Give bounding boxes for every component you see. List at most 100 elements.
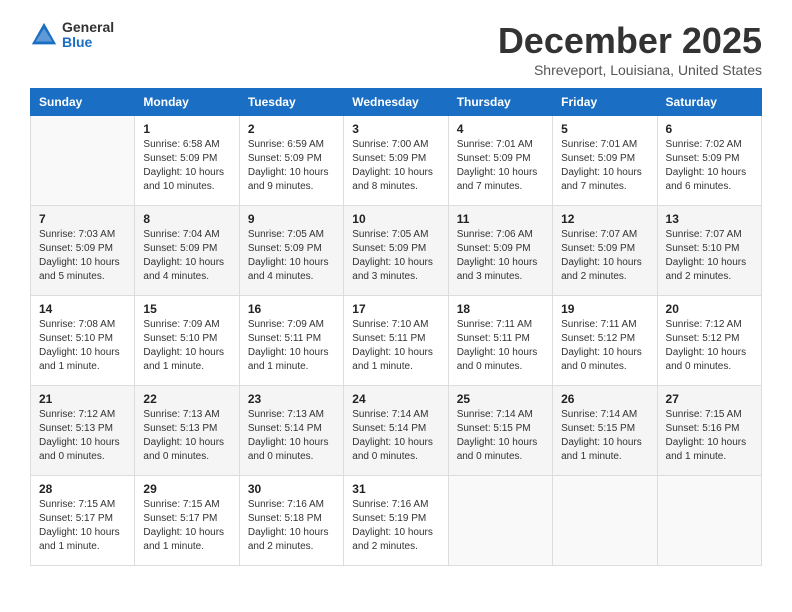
day-number: 24	[352, 392, 439, 406]
calendar-cell: 15 Sunrise: 7:09 AM Sunset: 5:10 PM Dayli…	[135, 296, 239, 386]
day-number: 5	[561, 122, 648, 136]
calendar-week-row: 1Sunrise: 6:58 AM Sunset: 5:09 PM Daylig…	[31, 116, 762, 206]
day-number: 19	[561, 302, 648, 316]
calendar-cell: 4 Sunrise: 7:01 AM Sunset: 5:09 PM Daylig…	[448, 116, 552, 206]
day-number: 11	[457, 212, 544, 226]
day-info: Sunrise: 7:14 AM Sunset: 5:14 PM Dayligh…	[352, 408, 439, 464]
day-info: Sunrise: 7:02 AM Sunset: 5:09 PM Dayligh…	[666, 138, 753, 194]
calendar-cell: 28 Sunrise: 7:15 AM Sunset: 5:17 PM Dayli…	[31, 476, 135, 566]
month-title: December 2025	[498, 20, 762, 62]
calendar-cell: 6Sunrise: 7:02 AM Sunset: 5:09 PM Daylig…	[657, 116, 761, 206]
day-number: 31	[352, 482, 439, 496]
day-number: 9	[248, 212, 335, 226]
calendar-week-row: 7 Sunrise: 7:03 AM Sunset: 5:09 PM Daylig…	[31, 206, 762, 296]
calendar-header: SundayMondayTuesdayWednesdayThursdayFrid…	[31, 89, 762, 116]
calendar-cell	[657, 476, 761, 566]
logo-text: General Blue	[62, 20, 114, 51]
calendar-cell: 5 Sunrise: 7:01 AM Sunset: 5:09 PM Daylig…	[553, 116, 657, 206]
calendar-cell: 13 Sunrise: 7:07 AM Sunset: 5:10 PM Dayli…	[657, 206, 761, 296]
calendar-cell: 12 Sunrise: 7:07 AM Sunset: 5:09 PM Dayli…	[553, 206, 657, 296]
day-info: Sunrise: 7:08 AM Sunset: 5:10 PM Dayligh…	[39, 318, 126, 374]
day-info: Sunrise: 7:05 AM Sunset: 5:09 PM Dayligh…	[352, 228, 439, 284]
day-info: Sunrise: 7:13 AM Sunset: 5:13 PM Dayligh…	[143, 408, 230, 464]
weekday-header-monday: Monday	[135, 89, 239, 116]
day-number: 17	[352, 302, 439, 316]
calendar-body: 1Sunrise: 6:58 AM Sunset: 5:09 PM Daylig…	[31, 116, 762, 566]
logo-general: General	[62, 20, 114, 35]
weekday-header-thursday: Thursday	[448, 89, 552, 116]
day-info: Sunrise: 7:04 AM Sunset: 5:09 PM Dayligh…	[143, 228, 230, 284]
day-info: Sunrise: 7:09 AM Sunset: 5:11 PM Dayligh…	[248, 318, 335, 374]
calendar-table: SundayMondayTuesdayWednesdayThursdayFrid…	[30, 88, 762, 566]
day-info: Sunrise: 7:16 AM Sunset: 5:18 PM Dayligh…	[248, 498, 335, 554]
calendar-cell: 9 Sunrise: 7:05 AM Sunset: 5:09 PM Daylig…	[239, 206, 343, 296]
calendar-cell: 7 Sunrise: 7:03 AM Sunset: 5:09 PM Daylig…	[31, 206, 135, 296]
calendar-cell: 29 Sunrise: 7:15 AM Sunset: 5:17 PM Dayli…	[135, 476, 239, 566]
calendar-cell: 16 Sunrise: 7:09 AM Sunset: 5:11 PM Dayli…	[239, 296, 343, 386]
day-number: 25	[457, 392, 544, 406]
calendar-week-row: 21 Sunrise: 7:12 AM Sunset: 5:13 PM Dayli…	[31, 386, 762, 476]
day-number: 21	[39, 392, 126, 406]
calendar-cell: 21 Sunrise: 7:12 AM Sunset: 5:13 PM Dayli…	[31, 386, 135, 476]
day-info: Sunrise: 7:05 AM Sunset: 5:09 PM Dayligh…	[248, 228, 335, 284]
day-info: Sunrise: 7:15 AM Sunset: 5:17 PM Dayligh…	[143, 498, 230, 554]
day-info: Sunrise: 7:12 AM Sunset: 5:12 PM Dayligh…	[666, 318, 753, 374]
day-number: 3	[352, 122, 439, 136]
location: Shreveport, Louisiana, United States	[498, 62, 762, 78]
day-number: 7	[39, 212, 126, 226]
day-number: 29	[143, 482, 230, 496]
day-info: Sunrise: 7:09 AM Sunset: 5:10 PM Dayligh…	[143, 318, 230, 374]
day-info: Sunrise: 7:01 AM Sunset: 5:09 PM Dayligh…	[457, 138, 544, 194]
day-info: Sunrise: 7:14 AM Sunset: 5:15 PM Dayligh…	[561, 408, 648, 464]
day-info: Sunrise: 7:07 AM Sunset: 5:10 PM Dayligh…	[666, 228, 753, 284]
day-number: 4	[457, 122, 544, 136]
day-number: 13	[666, 212, 753, 226]
day-info: Sunrise: 6:59 AM Sunset: 5:09 PM Dayligh…	[248, 138, 335, 194]
logo: General Blue	[30, 20, 114, 51]
day-number: 20	[666, 302, 753, 316]
calendar-cell	[553, 476, 657, 566]
day-info: Sunrise: 7:01 AM Sunset: 5:09 PM Dayligh…	[561, 138, 648, 194]
calendar-cell: 20 Sunrise: 7:12 AM Sunset: 5:12 PM Dayli…	[657, 296, 761, 386]
calendar-cell: 8 Sunrise: 7:04 AM Sunset: 5:09 PM Daylig…	[135, 206, 239, 296]
calendar-cell: 30 Sunrise: 7:16 AM Sunset: 5:18 PM Dayli…	[239, 476, 343, 566]
weekday-header-sunday: Sunday	[31, 89, 135, 116]
weekday-header-wednesday: Wednesday	[344, 89, 448, 116]
day-info: Sunrise: 7:07 AM Sunset: 5:09 PM Dayligh…	[561, 228, 648, 284]
logo-blue: Blue	[62, 35, 114, 50]
day-number: 30	[248, 482, 335, 496]
day-number: 2	[248, 122, 335, 136]
calendar-cell: 27Sunrise: 7:15 AM Sunset: 5:16 PM Dayli…	[657, 386, 761, 476]
day-number: 28	[39, 482, 126, 496]
day-number: 18	[457, 302, 544, 316]
day-number: 12	[561, 212, 648, 226]
day-info: Sunrise: 7:06 AM Sunset: 5:09 PM Dayligh…	[457, 228, 544, 284]
calendar-cell: 14Sunrise: 7:08 AM Sunset: 5:10 PM Dayli…	[31, 296, 135, 386]
day-info: Sunrise: 7:15 AM Sunset: 5:16 PM Dayligh…	[666, 408, 753, 464]
day-number: 1	[143, 122, 230, 136]
calendar-cell: 2 Sunrise: 6:59 AM Sunset: 5:09 PM Daylig…	[239, 116, 343, 206]
day-number: 8	[143, 212, 230, 226]
title-block: December 2025 Shreveport, Louisiana, Uni…	[498, 20, 762, 78]
calendar-cell: 24 Sunrise: 7:14 AM Sunset: 5:14 PM Dayli…	[344, 386, 448, 476]
day-info: Sunrise: 7:15 AM Sunset: 5:17 PM Dayligh…	[39, 498, 126, 554]
calendar-cell: 19 Sunrise: 7:11 AM Sunset: 5:12 PM Dayli…	[553, 296, 657, 386]
weekday-header-friday: Friday	[553, 89, 657, 116]
day-number: 26	[561, 392, 648, 406]
calendar-cell: 11 Sunrise: 7:06 AM Sunset: 5:09 PM Dayli…	[448, 206, 552, 296]
day-info: Sunrise: 7:13 AM Sunset: 5:14 PM Dayligh…	[248, 408, 335, 464]
day-info: Sunrise: 7:03 AM Sunset: 5:09 PM Dayligh…	[39, 228, 126, 284]
weekday-header-row: SundayMondayTuesdayWednesdayThursdayFrid…	[31, 89, 762, 116]
day-number: 16	[248, 302, 335, 316]
day-info: Sunrise: 7:14 AM Sunset: 5:15 PM Dayligh…	[457, 408, 544, 464]
day-info: Sunrise: 7:00 AM Sunset: 5:09 PM Dayligh…	[352, 138, 439, 194]
day-info: Sunrise: 7:12 AM Sunset: 5:13 PM Dayligh…	[39, 408, 126, 464]
calendar-week-row: 28 Sunrise: 7:15 AM Sunset: 5:17 PM Dayli…	[31, 476, 762, 566]
calendar-cell: 1Sunrise: 6:58 AM Sunset: 5:09 PM Daylig…	[135, 116, 239, 206]
page-header: General Blue December 2025 Shreveport, L…	[30, 20, 762, 78]
day-number: 23	[248, 392, 335, 406]
calendar-week-row: 14Sunrise: 7:08 AM Sunset: 5:10 PM Dayli…	[31, 296, 762, 386]
day-number: 15	[143, 302, 230, 316]
calendar-cell	[448, 476, 552, 566]
day-info: Sunrise: 7:11 AM Sunset: 5:12 PM Dayligh…	[561, 318, 648, 374]
